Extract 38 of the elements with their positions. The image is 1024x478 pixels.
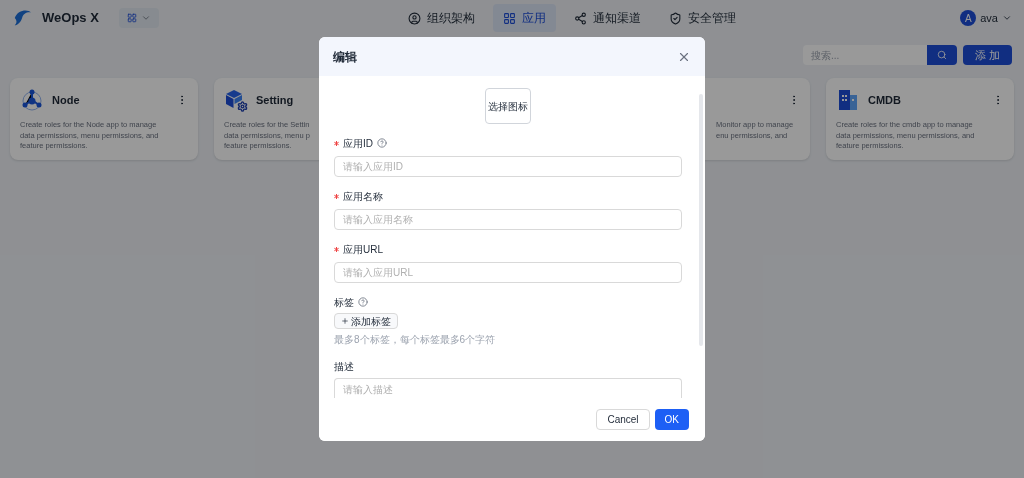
user-circle-icon: [408, 11, 421, 25]
nav-tab[interactable]: 通知渠道: [564, 4, 651, 32]
field-label: 标签: [334, 295, 354, 310]
card-title: Node: [52, 92, 80, 108]
brand-name: WeOps X: [42, 9, 99, 28]
plus-icon: [341, 317, 349, 325]
share-icon: [574, 11, 587, 25]
user-name[interactable]: ava: [980, 9, 998, 27]
field-label: 描述: [334, 359, 354, 374]
nav-tab[interactable]: 应用: [493, 4, 556, 32]
help-icon[interactable]: [377, 138, 387, 148]
shield-icon: [669, 11, 682, 25]
tag-hint: 最多8个标签，每个标签最多6个字符: [334, 333, 497, 347]
help-icon[interactable]: [358, 297, 368, 307]
field-label: 应用URL: [343, 242, 383, 257]
chevron-down-icon: [1002, 13, 1012, 23]
add-button[interactable]: 添 加: [962, 45, 1012, 65]
nav-tab[interactable]: 组织架构: [398, 4, 485, 32]
add-tag-button[interactable]: 添加标签: [334, 313, 398, 329]
search-button[interactable]: [926, 45, 957, 65]
search-icon: [936, 50, 947, 60]
card-title: Setting: [256, 92, 294, 108]
app-switcher-button[interactable]: [118, 8, 159, 28]
cancel-button[interactable]: Cancel: [596, 409, 650, 430]
card-title: CMDB: [868, 92, 901, 108]
building-icon: [836, 88, 860, 112]
ok-button[interactable]: OK: [654, 409, 689, 430]
field-label: 应用ID: [343, 136, 373, 151]
chevron-down-icon: [140, 13, 151, 23]
grid-icon: [503, 11, 516, 25]
select-icon-button[interactable]: 选择图标: [485, 88, 531, 124]
network-node-icon: [20, 88, 44, 112]
nav-tab[interactable]: 安全管理: [659, 4, 746, 32]
cube-gear-icon: [224, 88, 248, 112]
field-label: 应用名称: [343, 189, 383, 204]
user-avatar[interactable]: A: [960, 10, 977, 26]
grid-icon: [126, 13, 137, 23]
dialog-title: 编辑: [333, 48, 357, 66]
